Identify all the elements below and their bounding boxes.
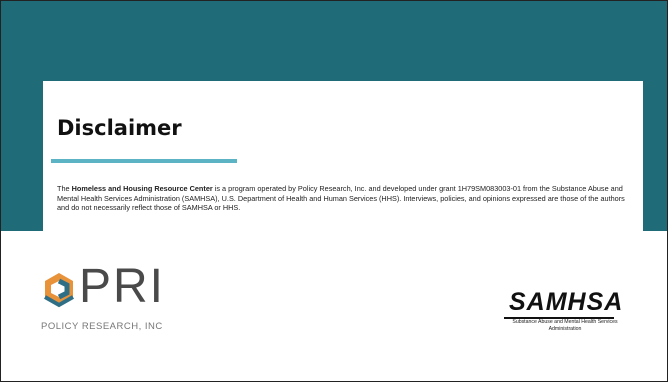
slide-title: Disclaimer xyxy=(57,116,182,140)
slide: Disclaimer The Homeless and Housing Reso… xyxy=(0,0,668,382)
pri-wordmark: PRI xyxy=(79,260,166,313)
disclaimer-prefix: The xyxy=(57,184,72,193)
title-underline-rule xyxy=(51,159,237,163)
samhsa-wordmark: SAMHSA xyxy=(509,288,624,316)
disclaimer-text: The Homeless and Housing Resource Center… xyxy=(57,184,637,213)
disclaimer-card: Disclaimer The Homeless and Housing Reso… xyxy=(43,81,643,231)
pri-hexagon-icon xyxy=(44,273,74,308)
program-name: Homeless and Housing Resource Center xyxy=(71,184,213,193)
samhsa-subtitle: Substance Abuse and Mental Health Servic… xyxy=(512,319,618,332)
pri-subtitle: POLICY RESEARCH, INC xyxy=(41,321,163,332)
